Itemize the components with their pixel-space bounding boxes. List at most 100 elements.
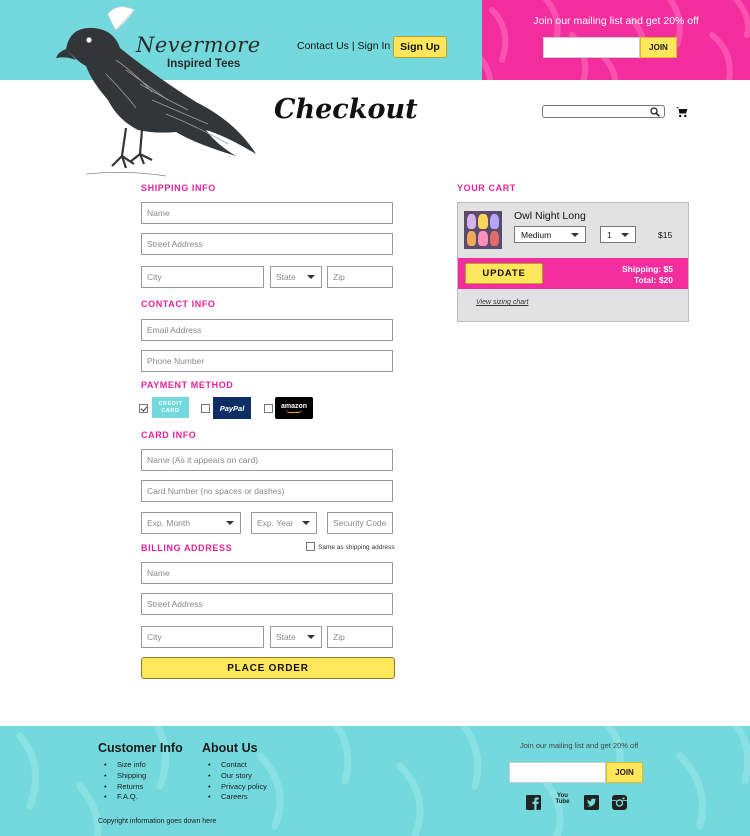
twitter-icon[interactable] [584, 795, 599, 810]
exp-year-select[interactable]: Exp. Year [251, 512, 317, 534]
chevron-down-icon [226, 521, 234, 525]
owl-graphic-icon [489, 214, 499, 229]
credit-line2: CARD [161, 407, 180, 414]
facebook-icon[interactable] [526, 795, 541, 810]
nav-separator: | [351, 40, 355, 52]
sign-in-link[interactable]: Sign In [358, 40, 391, 52]
owl-graphic-icon [478, 231, 488, 246]
cart-item-name: Owl Night Long [514, 210, 586, 222]
youtube-icon[interactable]: You Tube [554, 793, 571, 811]
footer-promo-text: Join our mailing list and get 20% off [520, 741, 639, 750]
size-value: Medium [521, 229, 552, 240]
quantity-select[interactable]: 1 [600, 226, 636, 243]
owl-graphic-icon [478, 214, 488, 229]
shipping-city-field[interactable]: City [141, 266, 264, 288]
exp-month-select[interactable]: Exp. Month [141, 512, 241, 534]
cart-panel: Owl Night Long Medium 1 $15 UPDATE Shipp… [457, 202, 689, 322]
size-select[interactable]: Medium [514, 226, 586, 243]
chevron-down-icon [307, 275, 315, 279]
your-cart-heading: YOUR CART [457, 183, 516, 193]
cart-summary-bar: UPDATE Shipping: $5 Total: $20 [458, 258, 688, 289]
owl-graphic-icon [489, 231, 499, 246]
billing-address-heading: BILLING ADDRESS [141, 543, 233, 553]
youtube-label: You Tube [555, 793, 570, 805]
contact-info-heading: CONTACT INFO [141, 299, 216, 309]
footer-link-our-story[interactable]: Our story [221, 771, 267, 782]
footer-link-contact[interactable]: Contact [221, 760, 267, 771]
shipping-street-field[interactable]: Street Address [141, 233, 393, 255]
contact-us-link[interactable]: Contact Us [297, 40, 349, 52]
brand-tagline: Inspired Tees [167, 58, 241, 70]
footer-link-size-info[interactable]: Size info [117, 760, 146, 771]
footer-link-returns[interactable]: Returns [117, 782, 146, 793]
card-info-heading: CARD INFO [141, 430, 197, 440]
footer-link-careers[interactable]: Careers [221, 792, 267, 803]
chevron-down-icon [621, 232, 629, 237]
shipping-info-heading: SHIPPING INFO [141, 183, 216, 193]
footer-join-button[interactable]: JOIN [606, 762, 643, 783]
header-nav: Contact Us | Sign In [297, 40, 390, 52]
payment-method-heading: PAYMENT METHOD [141, 380, 234, 390]
amazon-option[interactable]: amazon [275, 397, 313, 419]
email-field[interactable]: Email Address [141, 319, 393, 341]
security-code-field[interactable]: Security Code [327, 512, 393, 534]
brand-name: Nevermore [136, 33, 261, 57]
about-us-list: Contact Our story Privacy policy Careers [221, 760, 267, 803]
footer-link-privacy[interactable]: Privacy policy [221, 782, 267, 793]
cart-totals: Shipping: $5 Total: $20 [622, 264, 673, 286]
credit-card-option[interactable]: CREDIT CARD [152, 397, 189, 418]
cart-item-price: $15 [658, 230, 673, 240]
billing-zip-field[interactable]: Zip [327, 626, 393, 648]
shipping-state-select[interactable]: State [270, 266, 322, 288]
shipping-name-field[interactable]: Name [141, 202, 393, 224]
chevron-down-icon [307, 635, 315, 639]
footer: Customer Info Size info Shipping Returns… [0, 726, 750, 836]
card-number-field[interactable]: Card Number (no spaces or dashes) [141, 480, 393, 502]
about-us-heading: About Us [202, 741, 258, 755]
exp-month-label: Exp. Month [147, 518, 190, 528]
same-as-shipping-label: Same as shipping address [318, 544, 395, 551]
sign-up-button[interactable]: Sign Up [393, 36, 447, 58]
promo-email-input[interactable] [543, 37, 640, 58]
billing-state-label: State [276, 632, 296, 642]
shipping-zip-field[interactable]: Zip [327, 266, 393, 288]
chevron-down-icon [571, 232, 579, 237]
footer-link-faq[interactable]: F.A.Q. [117, 792, 146, 803]
same-as-shipping-checkbox[interactable] [306, 542, 315, 551]
raven-logo-icon [56, 6, 256, 177]
footer-email-input[interactable] [509, 762, 606, 783]
credit-card-checkbox[interactable] [139, 404, 148, 413]
update-button[interactable]: UPDATE [465, 263, 543, 284]
exp-year-label: Exp. Year [257, 518, 294, 528]
copyright-text: Copyright information goes down here [98, 818, 217, 825]
cart-icon[interactable] [676, 106, 688, 118]
amazon-smile-icon [286, 409, 302, 413]
promo-banner: Join our mailing list and get 20% off JO… [482, 0, 750, 80]
card-name-field[interactable]: Name (As it appears on card) [141, 449, 393, 471]
customer-info-list: Size info Shipping Returns F.A.Q. [117, 760, 146, 803]
credit-line1: CREDIT [158, 400, 183, 407]
billing-state-select[interactable]: State [270, 626, 322, 648]
sizing-chart-link[interactable]: View sizing chart [476, 299, 528, 306]
paypal-option[interactable]: PayPal [213, 397, 251, 419]
billing-name-field[interactable]: Name [141, 562, 393, 584]
billing-city-field[interactable]: City [141, 626, 264, 648]
footer-link-shipping[interactable]: Shipping [117, 771, 146, 782]
shipping-state-label: State [276, 272, 296, 282]
quantity-value: 1 [607, 229, 612, 240]
billing-street-field[interactable]: Street Address [141, 593, 393, 615]
search-icon[interactable] [650, 107, 660, 117]
search-input[interactable] [542, 105, 665, 118]
product-thumbnail[interactable] [464, 211, 502, 249]
owl-graphic-icon [467, 231, 477, 246]
customer-info-heading: Customer Info [98, 741, 183, 755]
place-order-button[interactable]: PLACE ORDER [141, 657, 395, 679]
shipping-cost: Shipping: $5 [622, 264, 673, 274]
phone-field[interactable]: Phone Number [141, 350, 393, 372]
instagram-icon[interactable] [612, 795, 627, 810]
owl-graphic-icon [467, 214, 477, 229]
page-title: Checkout [274, 94, 418, 125]
promo-join-button[interactable]: JOIN [640, 37, 677, 58]
amazon-checkbox[interactable] [264, 404, 273, 413]
paypal-checkbox[interactable] [201, 404, 210, 413]
